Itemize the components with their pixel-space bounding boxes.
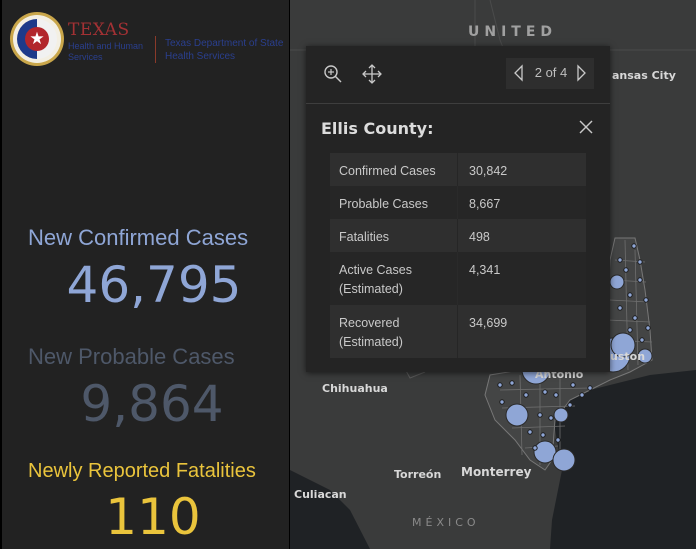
stats-panel: ★ TEXAS Health and Human Services Texas … [2,0,289,549]
row-value: 30,842 [469,164,508,178]
close-icon[interactable] [578,119,594,135]
row-label: Fatalities [339,230,390,244]
stat-value-fatalities: 110 [105,488,201,546]
map-label-chihuahua: Chihuahua [322,382,388,395]
feature-pager: 2 of 4 [506,58,594,89]
logo-org-subtitle: Health and Human Services [68,41,144,62]
map-label-houston: uston [610,350,646,363]
stat-value-probable: 9,864 [80,375,224,433]
table-row: Active Cases (Estimated) 4,341 [330,252,586,305]
table-row: Recovered (Estimated) 34,699 [330,305,586,358]
row-label: Probable Cases [339,197,428,211]
county-symbol [609,274,625,290]
pager-text: 2 of 4 [534,65,568,80]
popup-toolbar: 2 of 4 [306,46,610,104]
row-value: 34,699 [469,316,508,330]
table-row: Fatalities 498 [330,219,586,252]
row-label: Confirmed Cases [339,164,436,178]
county-popup: 2 of 4 Ellis County: Confirmed Cases 30,… [306,46,610,372]
stat-value-confirmed: 46,795 [66,256,242,314]
previous-feature-button[interactable] [512,64,526,82]
row-value: 4,341 [469,263,501,277]
logo-dept-name: Texas Department of State Health Service… [165,38,284,62]
map-label-monterrey: Monterrey [461,465,532,479]
logo-divider [155,36,156,63]
map-label-united-states: UNITED [468,24,558,40]
popup-title: Ellis County: [321,119,434,138]
pacific-water [290,470,370,549]
logo-org-title: TEXAS [68,20,130,40]
agency-logo: ★ TEXAS Health and Human Services Texas … [10,12,289,68]
attribute-table: Confirmed Cases 30,842 Probable Cases 8,… [330,153,586,358]
county-symbol [505,403,529,427]
next-feature-button[interactable] [574,64,588,82]
map-label-mexico: MÉXICO [412,516,480,529]
table-row: Confirmed Cases 30,842 [330,153,586,186]
stat-label-fatalities: Newly Reported Fatalities [28,460,256,482]
stat-label-confirmed: New Confirmed Cases [28,225,249,250]
row-label: Active Cases (Estimated) [339,263,412,296]
stat-label-probable: New Probable Cases [28,344,235,369]
county-symbol [553,407,569,423]
row-value: 8,667 [469,197,501,211]
zoom-in-icon[interactable] [322,63,346,87]
map-label-culiacan: Culiacan [294,488,347,501]
row-label: Recovered (Estimated) [339,316,403,349]
county-symbol [552,448,576,472]
table-row: Probable Cases 8,667 [330,186,586,219]
map-label-kansas-city: ansas City [612,69,676,82]
move-icon[interactable] [361,63,385,87]
texas-seal-icon: ★ [10,12,64,66]
row-value: 498 [469,230,490,244]
map-label-torreon: Torreón [394,468,442,481]
